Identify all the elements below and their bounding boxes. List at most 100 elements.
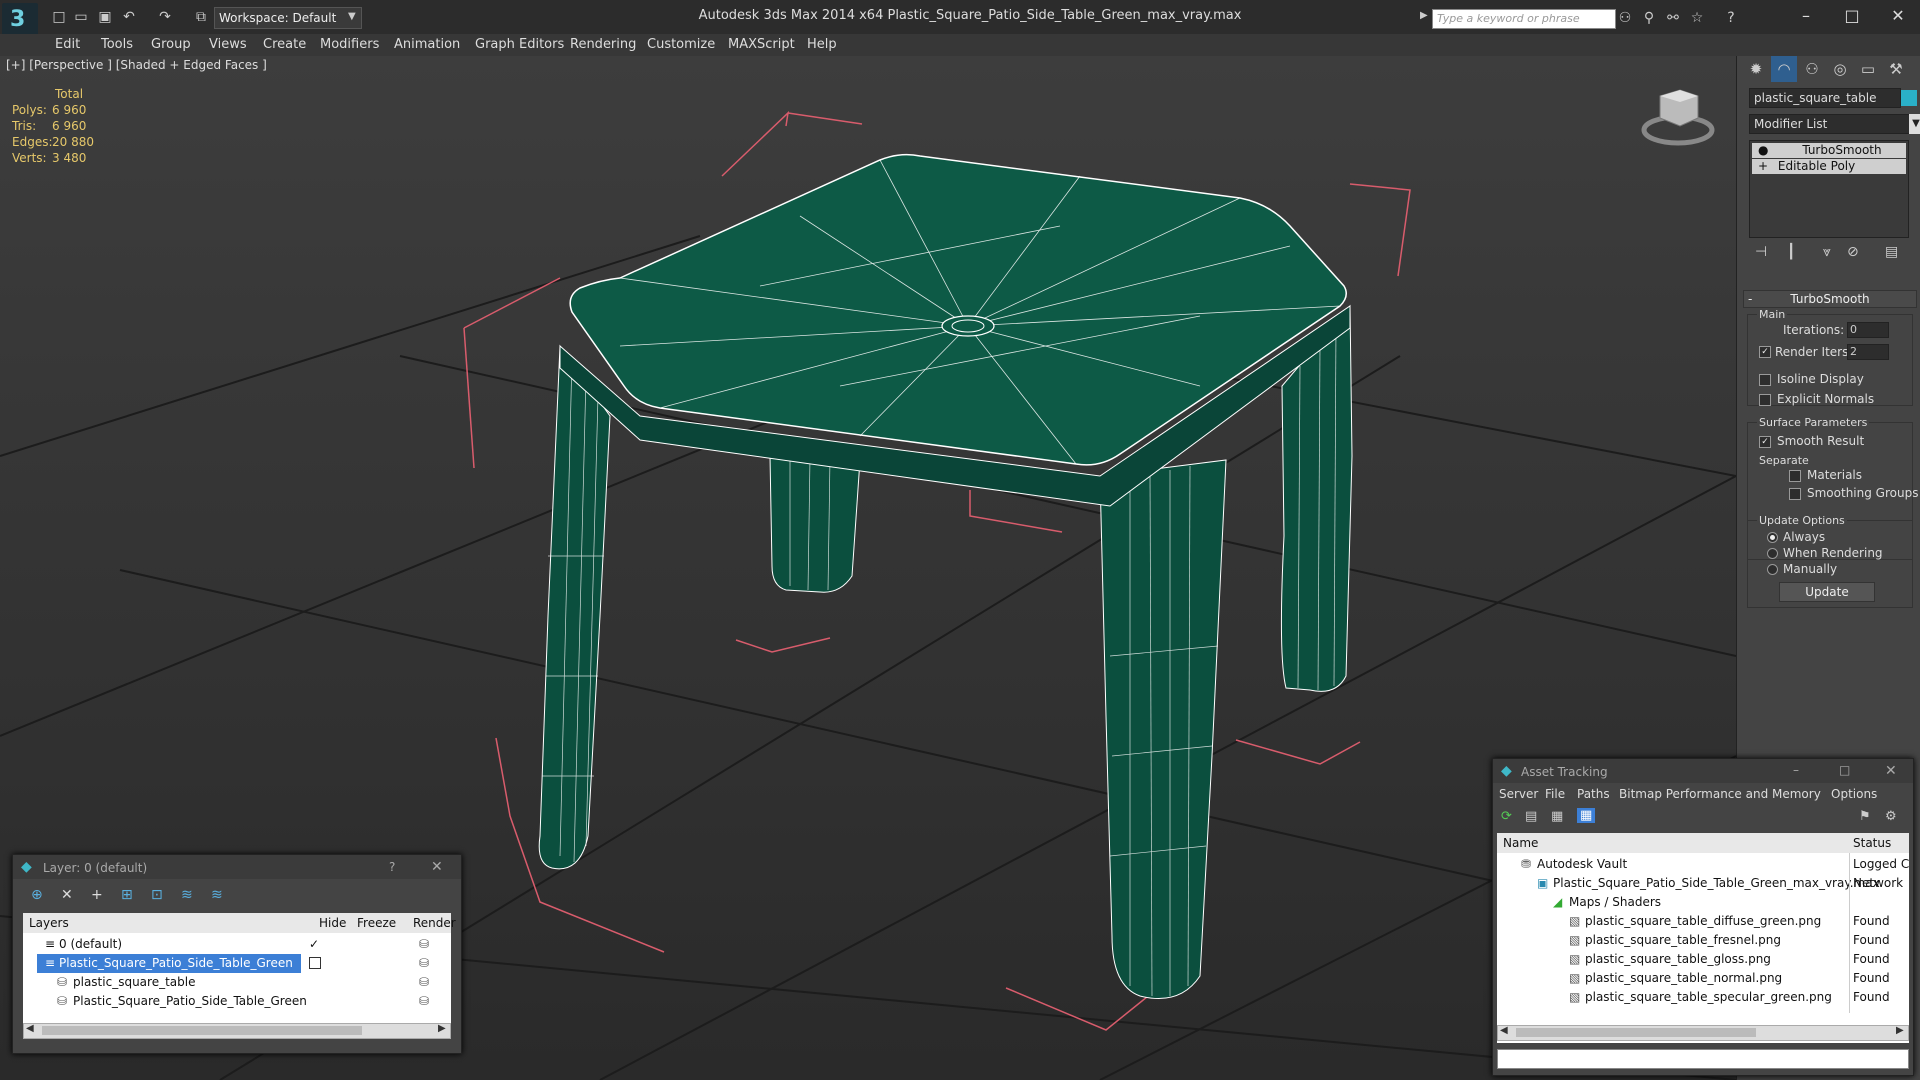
workspace-arrow-icon[interactable]: ▼	[348, 8, 362, 26]
asset-path-field[interactable]	[1497, 1049, 1909, 1069]
smooth-result-checkbox[interactable]: ✓	[1759, 436, 1771, 448]
list-item[interactable]: ▧ plastic_square_table_normal.png Found	[1497, 969, 1909, 988]
expand-plus-icon[interactable]: +	[1752, 159, 1768, 173]
help-icon[interactable]: ?	[1722, 9, 1740, 27]
col-layers[interactable]: Layers	[29, 916, 69, 930]
delete-layer-icon[interactable]: ✕	[61, 887, 73, 903]
object-name-field[interactable]: plastic_square_table	[1749, 88, 1901, 108]
rollout-turbosmooth[interactable]: - TurboSmooth	[1743, 290, 1917, 308]
add-to-layer-icon[interactable]: +	[91, 887, 103, 903]
create-tab-icon[interactable]: ✹	[1743, 56, 1769, 82]
asset-dialog-titlebar[interactable]: ◆ Asset Tracking – □ ✕	[1493, 759, 1913, 783]
hierarchy-tab-icon[interactable]: ⚇	[1799, 56, 1825, 82]
project-folder-icon[interactable]: ⧉	[192, 8, 210, 26]
menu-group[interactable]: Group	[151, 37, 191, 52]
col-hide[interactable]: Hide	[319, 916, 346, 930]
asset-menu-paths[interactable]: Paths	[1577, 787, 1610, 801]
chevron-down-icon[interactable]: ▼	[1909, 114, 1920, 134]
minimize-button[interactable]: –	[1784, 4, 1828, 28]
refresh-icon[interactable]: ⟳	[1501, 809, 1512, 824]
render-teapot-icon[interactable]: ⛁	[419, 956, 429, 970]
table-row[interactable]: ⛁ plastic_square_table ⛁	[23, 973, 451, 992]
menu-modifiers[interactable]: Modifiers	[320, 37, 379, 52]
communication-icon[interactable]: ⚯	[1664, 9, 1682, 27]
menu-customize[interactable]: Customize	[647, 37, 715, 52]
menu-create[interactable]: Create	[263, 37, 306, 52]
lightbulb-icon[interactable]: ●	[1752, 143, 1768, 157]
configure-sets-icon[interactable]: ▤	[1885, 244, 1898, 260]
table-row[interactable]: ⛁ Plastic_Square_Patio_Side_Table_Green …	[23, 992, 451, 1011]
menu-views[interactable]: Views	[209, 37, 247, 52]
table-row[interactable]: ≡ 0 (default) ✓ ⛁	[23, 935, 451, 954]
search-input[interactable]: Type a keyword or phrase	[1432, 9, 1616, 29]
when-rendering-radio[interactable]	[1767, 548, 1778, 559]
render-teapot-icon[interactable]: ⛁	[419, 994, 429, 1008]
list-view-icon[interactable]: ▤	[1525, 809, 1537, 824]
list-item[interactable]: ▧ plastic_square_table_fresnel.png Found	[1497, 931, 1909, 950]
menu-edit[interactable]: Edit	[55, 37, 80, 52]
stack-item-editable-poly[interactable]: + Editable Poly	[1752, 159, 1906, 174]
update-button[interactable]: Update	[1779, 582, 1875, 602]
asset-menu-server[interactable]: Server	[1499, 787, 1538, 801]
new-file-icon[interactable]: □	[50, 8, 68, 26]
set-current-box[interactable]	[309, 957, 321, 969]
highlight-layer-icon[interactable]: ⊡	[151, 887, 163, 903]
col-status[interactable]: Status	[1853, 836, 1891, 850]
iterations-spinner[interactable]: 0	[1847, 322, 1889, 338]
binoculars-icon[interactable]: ⚇	[1616, 9, 1634, 27]
utilities-tab-icon[interactable]: ⚒	[1883, 56, 1909, 82]
list-item[interactable]: ▧ plastic_square_table_specular_green.pn…	[1497, 988, 1909, 1007]
menu-animation[interactable]: Animation	[394, 37, 460, 52]
favorites-star-icon[interactable]: ☆	[1688, 9, 1706, 27]
pin-stack-icon[interactable]: ⊣	[1755, 244, 1767, 260]
display-tab-icon[interactable]: ▭	[1855, 56, 1881, 82]
list-item[interactable]: ▧ plastic_square_table_diffuse_green.png…	[1497, 912, 1909, 931]
horizontal-scrollbar[interactable]: ◀ ▶	[23, 1023, 451, 1039]
asset-menu-options[interactable]: Options	[1831, 787, 1877, 801]
menu-maxscript[interactable]: MAXScript	[728, 37, 795, 52]
table-view-icon[interactable]: ▦	[1577, 808, 1596, 823]
render-teapot-icon[interactable]: ⛁	[419, 975, 429, 989]
workspace-dropdown[interactable]: Workspace: Default	[214, 7, 362, 29]
menu-tools[interactable]: Tools	[101, 37, 133, 52]
render-iters-checkbox[interactable]: ✓	[1759, 346, 1771, 358]
settings-icon[interactable]: ⚙	[1885, 809, 1897, 824]
col-name[interactable]: Name	[1503, 836, 1538, 850]
remove-modifier-icon[interactable]: ⊘	[1847, 244, 1859, 260]
subscription-icon[interactable]: ⚲	[1640, 9, 1658, 27]
close-button[interactable]: ✕	[1876, 4, 1920, 28]
help-icon[interactable]: ⚑	[1859, 809, 1871, 824]
materials-checkbox[interactable]	[1789, 470, 1801, 482]
object-color-swatch[interactable]	[1901, 90, 1917, 106]
menu-help[interactable]: Help	[807, 37, 837, 52]
hide-all-icon[interactable]: ≋	[181, 887, 193, 903]
col-render[interactable]: Render	[413, 916, 456, 930]
list-item[interactable]: ▣ Plastic_Square_Patio_Side_Table_Green_…	[1497, 874, 1909, 893]
modify-tab-icon[interactable]: ◠	[1771, 56, 1797, 82]
table-row[interactable]: ≡ Plastic_Square_Patio_Side_Table_Green …	[23, 954, 451, 973]
menu-rendering[interactable]: Rendering	[570, 37, 636, 52]
manually-radio[interactable]	[1767, 564, 1778, 575]
open-file-icon[interactable]: ▭	[72, 8, 90, 26]
undo-icon[interactable]: ↶	[120, 8, 138, 26]
horizontal-scrollbar[interactable]: ◀ ▶	[1497, 1025, 1909, 1041]
show-end-result-icon[interactable]: ┃	[1787, 244, 1795, 260]
motion-tab-icon[interactable]: ◎	[1827, 56, 1853, 82]
viewcube[interactable]	[1641, 89, 1715, 146]
render-iters-spinner[interactable]: 2	[1847, 344, 1889, 360]
save-icon[interactable]: ▣	[96, 8, 114, 26]
help-icon[interactable]: ?	[389, 860, 395, 874]
minimize-icon[interactable]: –	[1793, 763, 1799, 777]
detail-view-icon[interactable]: ▦	[1551, 809, 1563, 824]
layer-dialog-titlebar[interactable]: ◆ Layer: 0 (default) ? ✕	[13, 855, 461, 879]
close-icon[interactable]: ✕	[431, 859, 443, 875]
menu-graph-editors[interactable]: Graph Editors	[475, 37, 564, 52]
redo-icon[interactable]: ↷	[156, 8, 174, 26]
select-objects-icon[interactable]: ⊞	[121, 887, 133, 903]
asset-menu-bitmap[interactable]: Bitmap Performance and Memory	[1619, 787, 1821, 801]
modifier-list-dropdown[interactable]: Modifier List	[1749, 114, 1913, 134]
maximize-button[interactable]: □	[1830, 4, 1874, 28]
always-radio[interactable]	[1767, 532, 1778, 543]
new-layer-icon[interactable]: ⊕	[31, 887, 43, 903]
list-item[interactable]: ▧ plastic_square_table_gloss.png Found	[1497, 950, 1909, 969]
